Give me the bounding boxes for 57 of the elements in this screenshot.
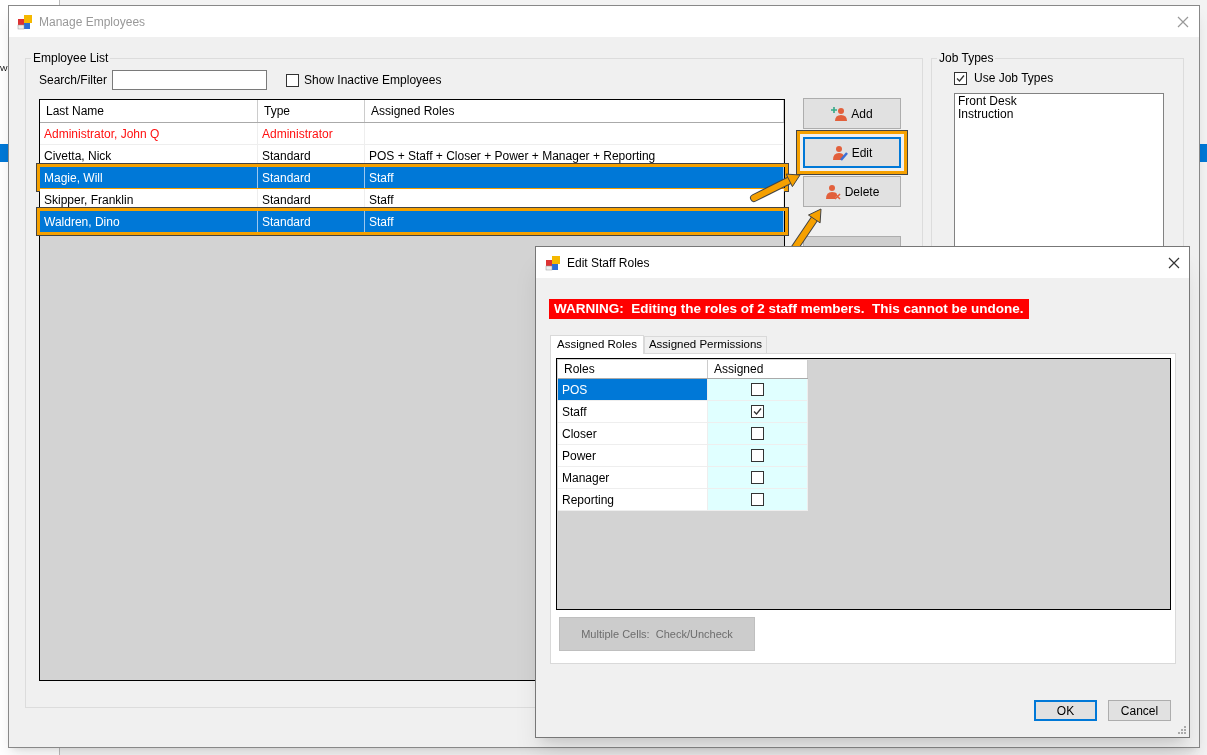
resize-grip-icon xyxy=(1177,725,1187,735)
table-cell: Civetta, Nick xyxy=(40,145,258,166)
arrow xyxy=(750,173,801,202)
column-header[interactable]: Assigned Roles xyxy=(365,100,784,122)
app-icon xyxy=(17,13,33,30)
checkbox[interactable] xyxy=(751,493,764,506)
tab[interactable]: Assigned Permissions xyxy=(643,336,768,353)
table-cell: Standard xyxy=(258,189,365,210)
field-label: Search/Filter xyxy=(39,72,109,89)
table-cell: Administrator, John Q xyxy=(40,123,258,144)
table-cell: Administrator xyxy=(258,123,365,144)
window-title: Manage Employees xyxy=(39,13,146,31)
button[interactable]: OK xyxy=(1034,700,1097,721)
window-title: Edit Staff Roles xyxy=(567,254,650,272)
warning-banner: WARNING: Editing the roles of 2 staff members. This cannot be undone. xyxy=(549,299,1029,319)
column-header[interactable]: Roles xyxy=(558,360,708,378)
column-header[interactable]: Type xyxy=(258,100,365,122)
add-person-icon xyxy=(831,105,848,122)
window-text: W xyxy=(0,64,8,74)
remove-person-icon xyxy=(824,183,841,200)
table-cell: Staff xyxy=(365,189,784,210)
button[interactable]: Add xyxy=(803,98,901,129)
edit-person-icon xyxy=(831,144,848,161)
list-item[interactable]: Front Desk xyxy=(958,95,1160,108)
list-item[interactable]: Instruction xyxy=(958,108,1160,121)
search-field[interactable] xyxy=(112,70,267,90)
checkbox[interactable] xyxy=(954,71,967,85)
table-cell[interactable]: Reporting xyxy=(558,489,708,510)
table-cell[interactable]: Staff xyxy=(558,401,708,422)
column-header[interactable]: Assigned xyxy=(708,360,808,378)
button[interactable]: Cancel xyxy=(1108,700,1171,721)
button[interactable]: Edit xyxy=(803,137,901,168)
checkbox-label[interactable]: Show Inactive Employees xyxy=(304,71,442,89)
checkbox-label[interactable]: Use Job Types xyxy=(974,69,1054,87)
button[interactable]: Delete xyxy=(803,176,901,207)
table-cell[interactable]: Manager xyxy=(558,467,708,488)
column-header[interactable]: Last Name xyxy=(40,100,258,122)
close-icon xyxy=(1177,15,1189,28)
table-cell: Standard xyxy=(258,145,365,166)
tab[interactable]: Assigned Roles xyxy=(550,335,644,354)
checkbox[interactable] xyxy=(286,73,299,87)
table-cell[interactable]: POS xyxy=(558,379,708,400)
checkbox[interactable] xyxy=(751,449,764,462)
checkbox[interactable] xyxy=(751,405,764,418)
table-cell: POS + Staff + Closer + Power + Manager + Reporting xyxy=(365,145,784,166)
group-title: Employee List xyxy=(31,51,111,65)
group-title: Job Types xyxy=(937,51,996,65)
checkbox[interactable] xyxy=(751,471,764,484)
checkbox[interactable] xyxy=(751,383,764,396)
table-row[interactable]: Administrator, John Q Administrator xyxy=(40,123,784,145)
table-cell: Skipper, Franklin xyxy=(40,189,258,210)
selection-bar xyxy=(0,144,8,162)
checkbox[interactable] xyxy=(751,427,764,440)
close-icon xyxy=(1168,256,1180,269)
app-icon xyxy=(545,254,561,271)
table-cell[interactable]: Power xyxy=(558,445,708,466)
table-cell[interactable]: Closer xyxy=(558,423,708,444)
